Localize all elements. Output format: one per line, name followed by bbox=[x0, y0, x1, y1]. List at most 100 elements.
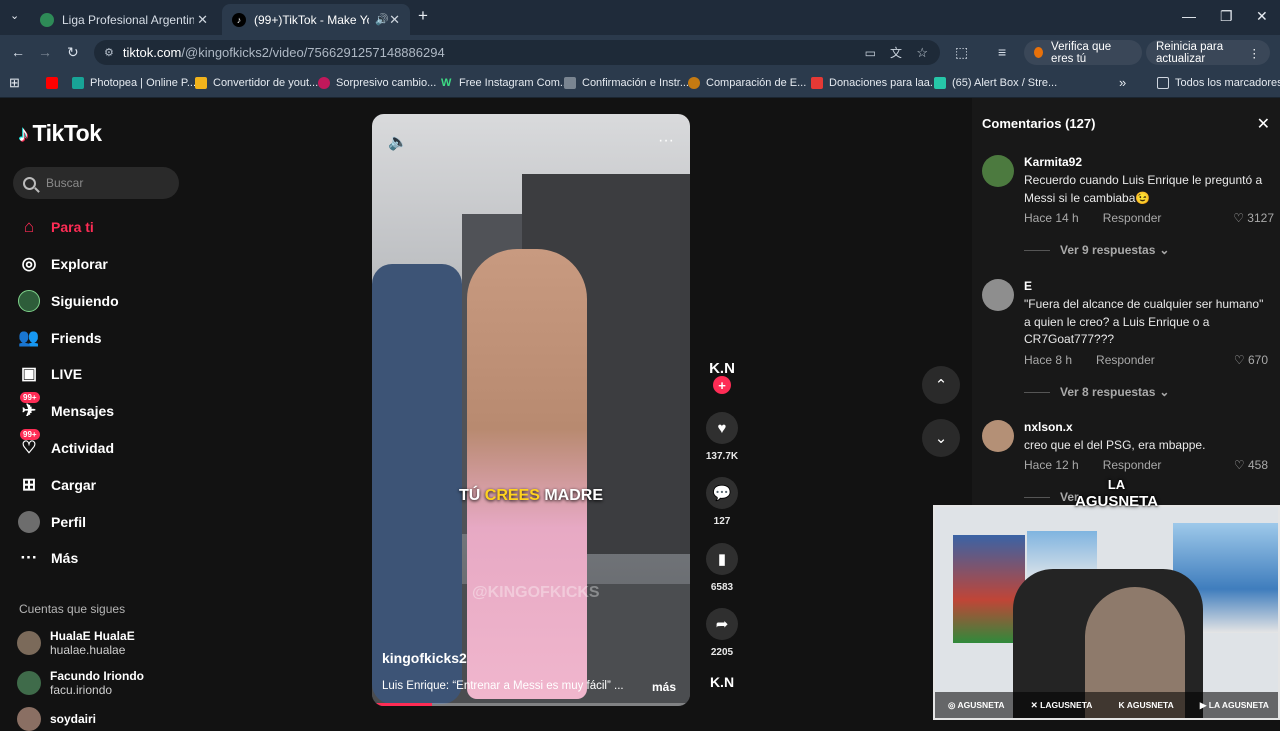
bookmark-convertidor[interactable]: Convertidor de yout... bbox=[195, 77, 318, 89]
reply-button[interactable]: Responder bbox=[1103, 458, 1162, 472]
video-options-icon[interactable]: ··· bbox=[658, 132, 674, 150]
profile-icon bbox=[18, 511, 40, 533]
translate-icon[interactable]: 文 bbox=[890, 44, 902, 61]
avatar[interactable] bbox=[982, 155, 1014, 187]
cast-icon[interactable]: ▭ bbox=[865, 46, 876, 60]
reply-button[interactable]: Responder bbox=[1096, 353, 1155, 367]
verify-button[interactable]: Verifica que eres tú bbox=[1024, 40, 1142, 65]
volume-icon[interactable]: 🔈 bbox=[388, 132, 408, 152]
more-button[interactable]: más bbox=[652, 680, 676, 694]
avatar[interactable] bbox=[982, 279, 1014, 311]
menu-dots-icon[interactable]: ⋮ bbox=[1249, 46, 1261, 60]
previous-video-button[interactable]: ⌃ bbox=[922, 366, 960, 404]
comment-meta: Hace 12 h Responder bbox=[1024, 458, 1162, 472]
view-replies-button[interactable]: Ver 8 respuestas ⌄ bbox=[1024, 385, 1169, 399]
youtube-icon: ▶ bbox=[1199, 699, 1207, 710]
back-icon[interactable]: ← bbox=[11, 44, 25, 60]
more-bookmarks-icon[interactable]: » bbox=[1119, 75, 1126, 90]
media-control-icon[interactable]: ≡ bbox=[998, 44, 1006, 60]
heart-outline-icon: ♡ bbox=[1233, 211, 1244, 225]
photopea-icon bbox=[72, 77, 84, 89]
window-close-icon[interactable]: ✕ bbox=[1256, 8, 1268, 25]
bookmark-instagram[interactable]: W Free Instagram Com... bbox=[441, 77, 569, 89]
comment-like-button[interactable]: ♡ 3127 bbox=[1233, 211, 1274, 225]
nav-siguiendo[interactable]: Siguiendo bbox=[18, 289, 119, 313]
view-replies-button[interactable]: Ver bbox=[1024, 490, 1079, 504]
comment-button[interactable]: 💬 127 bbox=[702, 477, 742, 527]
instagram-handle: ◎ AGUSNETA bbox=[948, 699, 1005, 710]
share-button[interactable]: ➦ 2205 bbox=[702, 608, 742, 658]
all-bookmarks-folder[interactable]: Todos los marcadores bbox=[1157, 77, 1280, 89]
nav-live[interactable]: ▣ LIVE bbox=[18, 362, 82, 386]
reload-icon[interactable]: ↻ bbox=[67, 44, 79, 61]
comparison-icon bbox=[688, 77, 700, 89]
restart-update-button[interactable]: Reinicia para actualizar ⋮ bbox=[1146, 40, 1270, 65]
address-bar[interactable]: ⚙ tiktok.com/@kingofkicks2/video/7566291… bbox=[94, 40, 940, 65]
close-tab-icon[interactable]: ✕ bbox=[389, 12, 400, 28]
chevron-down-icon: ⌄ bbox=[934, 430, 948, 447]
browser-tab-liga[interactable]: Liga Profesional Argentina - PO ✕ bbox=[30, 4, 218, 35]
nav-mas[interactable]: ··· Más bbox=[18, 546, 79, 570]
like-button[interactable]: ♥ 137.7K bbox=[702, 412, 742, 462]
tiktok-logo[interactable]: ♪ TikTok bbox=[18, 120, 102, 147]
bookmark-photopea[interactable]: Photopea | Online P... bbox=[72, 77, 196, 89]
view-replies-button[interactable]: Ver 9 respuestas ⌄ bbox=[1024, 243, 1169, 257]
video-caption: TÚ CREES MADRE bbox=[458, 487, 603, 504]
comment-like-button[interactable]: ♡ 670 bbox=[1234, 353, 1268, 367]
friends-icon: 👥 bbox=[18, 328, 40, 347]
separator-line bbox=[1024, 496, 1050, 498]
youtube-icon bbox=[46, 77, 58, 89]
browser-tab-tiktok[interactable]: ♪ (99+)TikTok - Make Your Da 🔊 ✕ bbox=[222, 4, 410, 35]
donations-icon bbox=[811, 77, 823, 89]
chevron-down-icon: ⌄ bbox=[1159, 385, 1170, 399]
following-account[interactable]: Facundo Iriondo facu.iriondo bbox=[17, 669, 144, 697]
nav-mensajes[interactable]: ✈ 99+ Mensajes bbox=[18, 392, 114, 423]
close-icon[interactable]: ✕ bbox=[1257, 114, 1270, 134]
extensions-icon[interactable]: ⬚ bbox=[955, 44, 968, 61]
bookmark-donaciones[interactable]: Donaciones para laa... bbox=[811, 77, 939, 89]
youtube-bookmark[interactable] bbox=[46, 77, 64, 89]
following-account[interactable]: soydairi bbox=[17, 707, 96, 731]
tab-search-icon[interactable]: ⌄ bbox=[10, 9, 19, 22]
avatar[interactable] bbox=[982, 420, 1014, 452]
tiktok-favicon-icon: ♪ bbox=[232, 12, 246, 27]
nav-perfil[interactable]: Perfil bbox=[18, 510, 86, 534]
kick-icon: K bbox=[1118, 700, 1125, 710]
apps-grid-icon[interactable]: ⊞ bbox=[9, 75, 20, 91]
nav-actividad[interactable]: ♡ 99+ Actividad bbox=[18, 429, 114, 460]
sound-disc[interactable]: K.N bbox=[702, 674, 742, 690]
new-tab-icon[interactable]: + bbox=[418, 6, 428, 26]
x-icon: ✕ bbox=[1030, 699, 1038, 710]
bookmark-comparacion[interactable]: Comparación de E... bbox=[688, 77, 806, 89]
audio-playing-icon[interactable]: 🔊 bbox=[375, 13, 389, 26]
site-info-icon[interactable]: ⚙ bbox=[104, 46, 114, 59]
nav-explorar[interactable]: ◎ Explorar bbox=[18, 252, 108, 276]
streamlabs-icon bbox=[934, 77, 946, 89]
forward-icon[interactable]: → bbox=[38, 44, 52, 60]
messages-icon: ✈ 99+ bbox=[18, 392, 40, 422]
video-scene-coat bbox=[372, 264, 462, 704]
nav-friends[interactable]: 👥 Friends bbox=[18, 326, 101, 350]
instagram-icon: ◎ bbox=[948, 699, 956, 710]
next-video-button[interactable]: ⌄ bbox=[922, 419, 960, 457]
bookmark-sorpresivo[interactable]: Sorpresivo cambio... bbox=[318, 77, 436, 89]
video-author[interactable]: kingofkicks2 bbox=[382, 650, 467, 666]
close-tab-icon[interactable]: ✕ bbox=[197, 12, 208, 28]
maximize-icon[interactable]: ❐ bbox=[1220, 8, 1233, 25]
follow-plus-icon[interactable]: + bbox=[713, 376, 731, 394]
nav-para-ti[interactable]: ⌂ Para ti bbox=[18, 215, 94, 239]
video-player[interactable]: 🔈 ··· TÚ CREES MADRE @KINGOFKICKS kingof… bbox=[372, 114, 690, 706]
bookmark-confirmacion[interactable]: Confirmación e Instr... bbox=[564, 77, 689, 89]
comment-like-button[interactable]: ♡ 458 bbox=[1234, 458, 1268, 472]
nav-cargar[interactable]: ⊞ Cargar bbox=[18, 473, 96, 497]
warning-icon bbox=[1034, 47, 1044, 58]
bookmark-star-icon[interactable]: ☆ bbox=[916, 45, 928, 61]
heart-outline-icon: ♡ bbox=[1233, 353, 1245, 367]
video-progress-bar[interactable] bbox=[372, 703, 690, 706]
save-button[interactable]: ▮ 6583 bbox=[702, 543, 742, 593]
minimize-icon[interactable]: — bbox=[1182, 8, 1196, 24]
bookmark-alertbox[interactable]: (65) Alert Box / Stre... bbox=[934, 77, 1057, 89]
following-account[interactable]: HualaE HualaE hualae.hualae bbox=[17, 629, 135, 657]
search-input[interactable]: Buscar bbox=[13, 167, 179, 199]
reply-button[interactable]: Responder bbox=[1103, 211, 1162, 225]
